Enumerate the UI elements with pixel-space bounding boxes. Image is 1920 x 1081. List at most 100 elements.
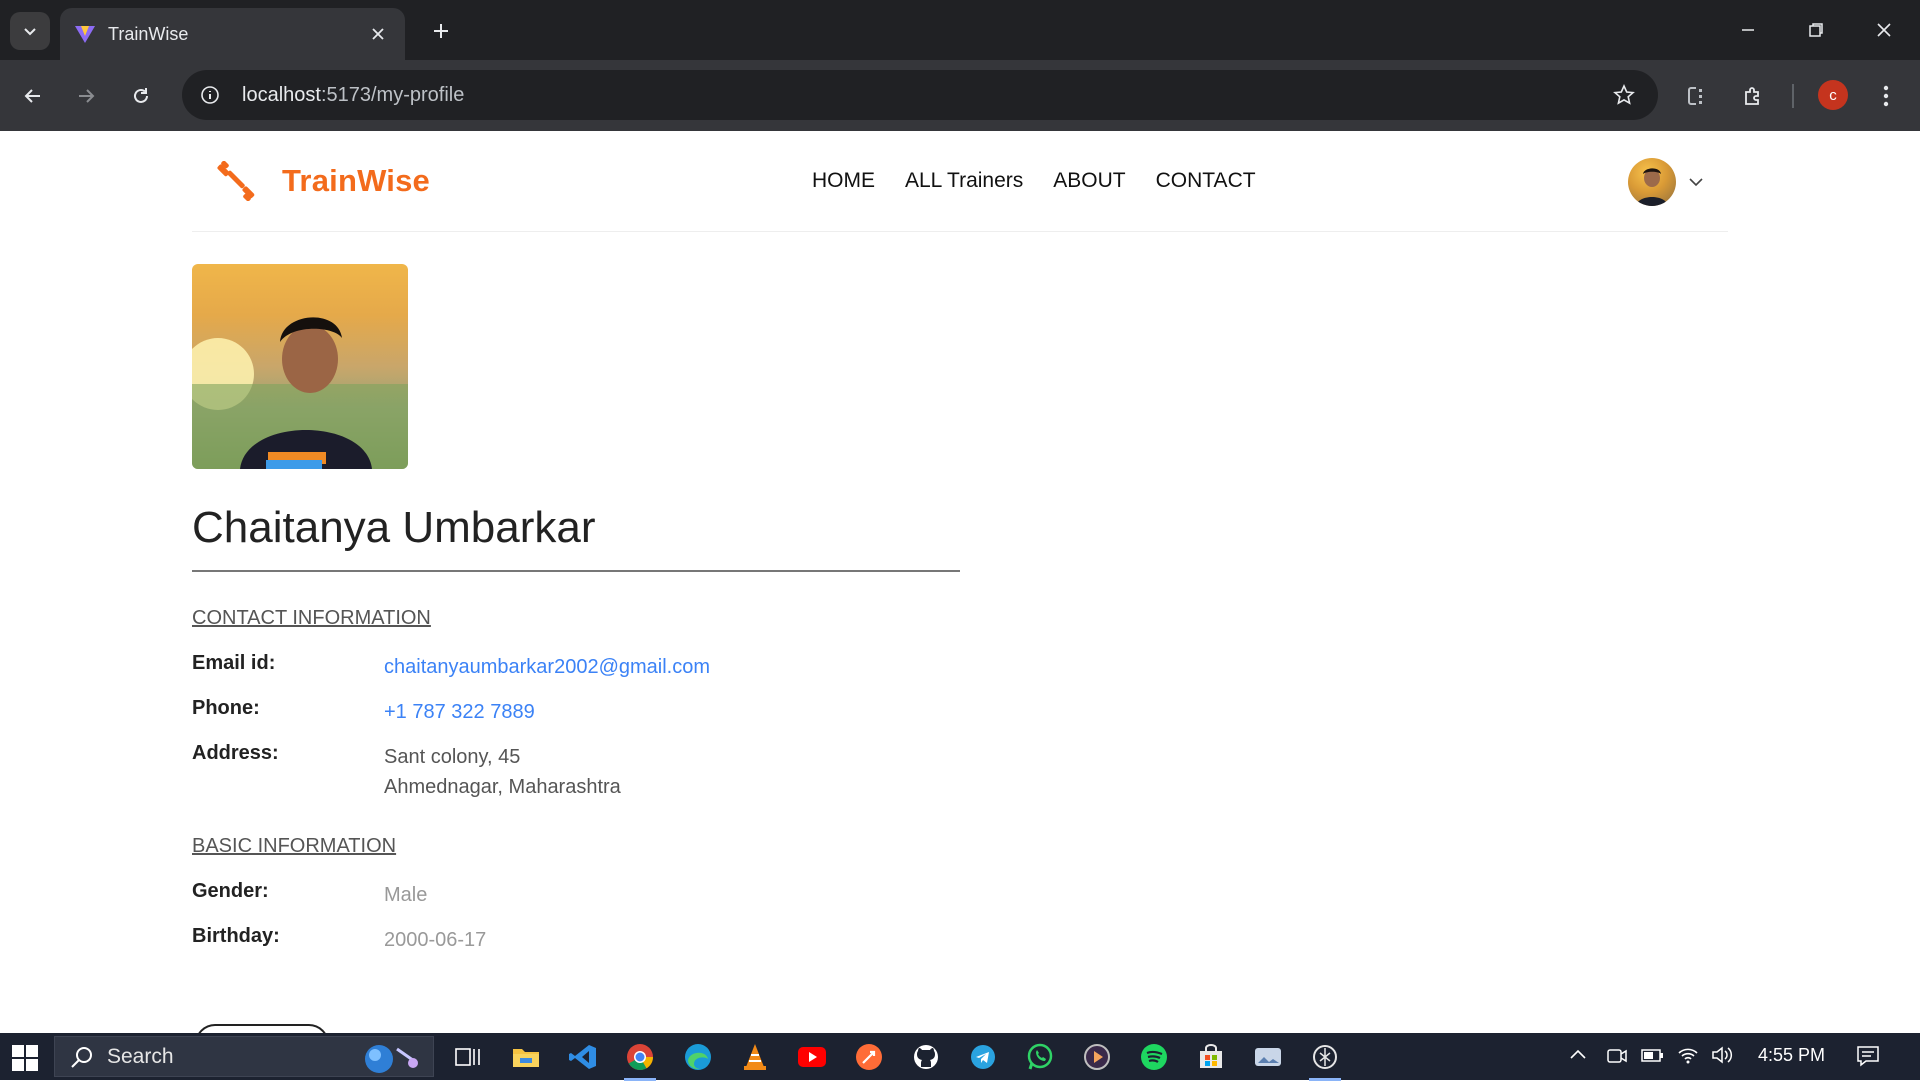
gender-row: Gender: Male: [192, 880, 427, 910]
close-tab-icon[interactable]: [365, 21, 391, 47]
plus-icon: [434, 24, 448, 38]
arrow-left-icon: [24, 89, 40, 103]
forward-button[interactable]: [66, 76, 106, 116]
browser-toolbar: localhost:5173/my-profile c: [0, 60, 1920, 131]
birthday-label: Birthday:: [192, 925, 280, 947]
brand-logo[interactable]: TrainWise: [216, 161, 430, 201]
phone-row: Phone: +1 787 322 7889: [192, 697, 535, 727]
browser-tab-bar: TrainWise: [0, 0, 1920, 60]
address-bar[interactable]: localhost:5173/my-profile: [182, 70, 1658, 120]
battery-icon[interactable]: [1640, 1045, 1664, 1065]
taskbar-search[interactable]: Search: [54, 1036, 434, 1077]
address-row: Address: Sant colony, 45 Ahmednagar, Mah…: [192, 742, 621, 802]
site-header: TrainWise HOME ALL Trainers ABOUT CONTAC…: [192, 131, 1728, 232]
bookmark-star-icon[interactable]: [1604, 75, 1644, 115]
email-link[interactable]: chaitanyaumbarkar2002@gmail.com: [384, 652, 710, 682]
gender-label: Gender:: [192, 880, 269, 902]
vscode-icon[interactable]: [565, 1039, 601, 1075]
url-path: :5173/my-profile: [320, 83, 465, 106]
toolbar-separator: [1792, 84, 1794, 108]
birthday-row: Birthday: 2000-06-17: [192, 925, 486, 955]
user-avatar[interactable]: [1628, 158, 1676, 206]
gender-value: Male: [384, 884, 428, 906]
start-button[interactable]: [12, 1045, 38, 1076]
chevron-down-icon: [1689, 178, 1703, 187]
search-icon: [71, 1046, 92, 1068]
email-row: Email id: chaitanyaumbarkar2002@gmail.co…: [192, 652, 710, 682]
close-window-button[interactable]: [1854, 10, 1914, 50]
minimize-button[interactable]: [1718, 10, 1778, 50]
dumbbell-logo-icon: [217, 161, 255, 201]
name-divider: [192, 570, 960, 572]
postman-icon[interactable]: [851, 1039, 887, 1075]
tab-search-button[interactable]: [10, 12, 50, 50]
email-label: Email id:: [192, 652, 276, 674]
spotify-icon[interactable]: [1136, 1039, 1172, 1075]
minimize-icon: [1742, 29, 1754, 31]
chrome-menu-icon[interactable]: [1866, 76, 1906, 116]
file-explorer-icon[interactable]: [508, 1039, 544, 1075]
youtube-icon[interactable]: [794, 1039, 830, 1075]
birthday-value: 2000-06-17: [384, 929, 487, 951]
show-hidden-icons-button[interactable]: [1568, 1045, 1588, 1065]
url-host: localhost: [242, 83, 321, 106]
edge-icon[interactable]: [680, 1039, 716, 1075]
store-icon[interactable]: [1193, 1039, 1229, 1075]
search-label: Search: [107, 1044, 174, 1068]
chevron-up-icon: [1570, 1049, 1586, 1059]
customize-chrome-icon[interactable]: [1677, 76, 1717, 116]
github-icon[interactable]: [908, 1039, 944, 1075]
profile-photo: [192, 264, 408, 469]
close-icon: [1877, 23, 1891, 37]
restore-button[interactable]: [1786, 10, 1846, 50]
reload-button[interactable]: [121, 76, 161, 116]
contact-information-title: CONTACT INFORMATION: [192, 607, 431, 629]
photos-icon[interactable]: [1250, 1039, 1286, 1075]
address-line-2: Ahmednagar, Maharashtra: [384, 776, 621, 798]
basic-information-title: BASIC INFORMATION: [192, 835, 397, 857]
taskbar-clock[interactable]: 4:55 PM: [1758, 1045, 1825, 1066]
address-value: Sant colony, 45 Ahmednagar, Maharashtra: [384, 742, 621, 802]
arrow-right-icon: [79, 89, 95, 103]
browser-profile-avatar[interactable]: c: [1818, 80, 1848, 110]
chrome-icon[interactable]: [622, 1039, 658, 1081]
browser-tab[interactable]: TrainWise: [60, 8, 405, 60]
vite-favicon-icon: [72, 21, 98, 47]
restore-icon: [1809, 23, 1823, 37]
media-player-icon[interactable]: [1079, 1039, 1115, 1075]
wifi-icon[interactable]: [1677, 1045, 1699, 1065]
extensions-puzzle-icon[interactable]: [1733, 76, 1773, 116]
tab-title: TrainWise: [108, 23, 189, 44]
url-text[interactable]: localhost:5173/my-profile: [242, 84, 1604, 107]
vlc-icon[interactable]: [737, 1039, 773, 1075]
new-tab-button[interactable]: [424, 14, 458, 48]
meet-now-icon[interactable]: [1606, 1045, 1628, 1067]
windows-logo-icon: [12, 1045, 38, 1071]
telegram-icon[interactable]: [965, 1039, 1001, 1075]
back-button[interactable]: [13, 76, 53, 116]
user-menu[interactable]: [1628, 158, 1704, 206]
notifications-icon[interactable]: [1856, 1045, 1880, 1067]
address-line-1: Sant colony, 45: [384, 746, 521, 768]
search-highlight-icon: [365, 1044, 418, 1073]
brand-name: TrainWise: [282, 163, 430, 198]
volume-icon[interactable]: [1711, 1045, 1733, 1065]
reload-icon: [134, 88, 148, 103]
windows-taskbar: Search 4:55 PM: [0, 1033, 1920, 1081]
nav-home[interactable]: HOME: [812, 169, 875, 193]
task-view-icon[interactable]: [450, 1039, 486, 1075]
address-label: Address:: [192, 742, 279, 764]
whatsapp-icon[interactable]: [1022, 1039, 1058, 1075]
profile-name: Chaitanya Umbarkar: [192, 503, 596, 552]
nav-about[interactable]: ABOUT: [1053, 169, 1125, 193]
nav-all-trainers[interactable]: ALL Trainers: [905, 169, 1023, 193]
phone-label: Phone:: [192, 697, 260, 719]
chatgpt-icon[interactable]: [1307, 1039, 1343, 1081]
page-content: TrainWise HOME ALL Trainers ABOUT CONTAC…: [0, 131, 1920, 1033]
chevron-down-icon: [24, 28, 36, 36]
site-info-icon[interactable]: [190, 75, 230, 115]
nav-contact[interactable]: CONTACT: [1156, 169, 1256, 193]
user-photo: [1636, 168, 1668, 206]
edit-profile-button[interactable]: [195, 1024, 329, 1033]
phone-link[interactable]: +1 787 322 7889: [384, 697, 535, 727]
